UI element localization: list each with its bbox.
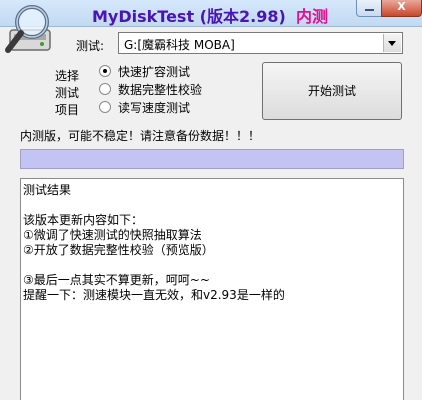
option-quick-capacity-test[interactable]: 快速扩容测试 — [118, 63, 190, 80]
beta-warning-text: 内测版，可能不稳定！请注意备份数据！！！ — [20, 129, 261, 143]
options-label-line-2: 测试 — [55, 86, 80, 100]
radio-read-write-speed-test[interactable] — [99, 101, 111, 113]
start-test-button[interactable]: 开始测试 — [262, 62, 402, 120]
drive-selected-value: G:[魔霸科技 MOBA] — [124, 38, 235, 52]
app-window: MyDiskTest (版本2.98) 内测 X 测试: G:[魔霸科技 MOB… — [0, 0, 422, 400]
results-line: ③最后一点其实不算更新，呵呵~~ — [23, 273, 210, 287]
results-textarea[interactable]: 测试结果该版本更新内容如下： ①微调了快速测试的快照抽取算法 ②开放了数据完整性校验… — [20, 178, 404, 400]
beta-badge: 内测 — [296, 7, 329, 26]
minimize-icon[interactable] — [356, 0, 382, 17]
radio-data-integrity-check[interactable] — [99, 83, 111, 95]
progress-bar — [20, 149, 404, 169]
window-title: MyDiskTest (版本2.98) — [92, 7, 286, 26]
results-line: 提醒一下：测速模块一直无效，和v2.93是一样的 — [23, 288, 285, 302]
results-line: ①微调了快速测试的快照抽取算法 — [23, 228, 202, 242]
close-icon[interactable]: X — [381, 0, 422, 17]
option-data-integrity-check[interactable]: 数据完整性校验 — [118, 81, 202, 98]
magnifier-disk-icon — [5, 5, 51, 53]
results-line — [23, 198, 401, 213]
results-line: 测试结果 — [23, 183, 72, 197]
drive-label: 测试: — [76, 39, 105, 53]
dropdown-arrow-icon[interactable] — [383, 34, 401, 52]
options-label-line-3: 项目 — [55, 103, 80, 117]
radio-quick-capacity-test[interactable] — [99, 65, 111, 77]
results-line — [23, 258, 401, 273]
option-read-write-speed-test[interactable]: 读写速度测试 — [118, 99, 190, 116]
results-line: ②开放了数据完整性校验（预览版） — [23, 243, 214, 257]
options-label-line-1: 选择 — [55, 69, 80, 83]
results-line: 该版本更新内容如下： — [23, 213, 144, 227]
drive-select[interactable]: G:[魔霸科技 MOBA] — [118, 32, 403, 54]
